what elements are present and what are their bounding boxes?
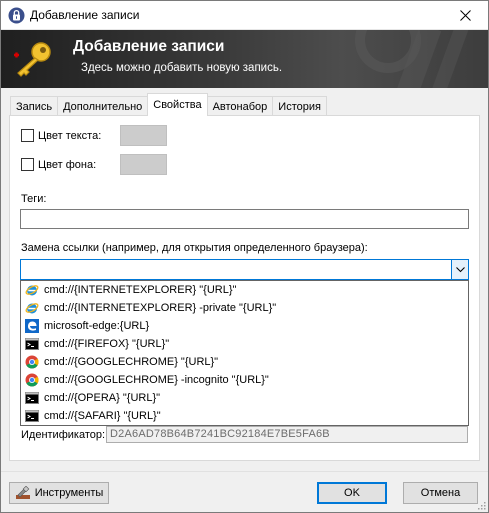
id-label: Идентификатор: [21,429,106,441]
console-icon [25,338,39,350]
text-color-check-box[interactable] [21,129,34,142]
header-banner: Добавление записи Здесь можно добавить н… [1,30,488,88]
dropdown-item-label: cmd://{INTERNETEXPLORER} "{URL}" [44,284,237,296]
title-bar: Добавление записи [1,1,488,30]
dropdown-item-label: cmd://{GOOGLECHROME} "{URL}" [44,356,219,368]
keepass-lock-icon [8,7,25,24]
window-title: Добавление записи [30,8,140,22]
url-override-combobox[interactable] [20,259,469,280]
banner-subtitle: Здесь можно добавить новую запись. [81,62,283,74]
tab-entry[interactable]: Запись [10,96,59,116]
tools-icon [15,486,30,499]
dropdown-item-label: cmd://{INTERNETEXPLORER} -private "{URL}… [44,302,277,314]
dropdown-item-label: cmd://{OPERA} "{URL}" [44,392,161,404]
dropdown-item-firefox[interactable]: cmd://{FIREFOX} "{URL}" [21,335,468,353]
tab-properties[interactable]: Свойства [147,93,208,116]
text-color-checkbox[interactable]: Цвет текста: [21,129,101,142]
console-icon [25,392,39,404]
banner-watermark-icon [355,30,469,88]
close-icon [459,10,471,21]
cancel-button[interactable]: Отмена [403,482,478,504]
bg-color-checkbox[interactable]: Цвет фона: [21,158,96,171]
dropdown-item-chrome[interactable]: cmd://{GOOGLECHROME} "{URL}" [21,353,468,371]
tags-input[interactable] [20,209,469,229]
bg-color-label: Цвет фона: [38,158,97,171]
bg-color-check-box[interactable] [21,158,34,171]
dropdown-item-edge[interactable]: microsoft-edge:{URL} [21,317,468,335]
dropdown-item-label: cmd://{GOOGLECHROME} -incognito "{URL}" [44,374,269,386]
dropdown-item-safari[interactable]: cmd://{SAFARI} "{URL}" [21,407,468,425]
tab-advanced[interactable]: Дополнительно [57,96,149,116]
tools-button-label: Инструменты [34,487,104,499]
tab-history[interactable]: История [272,96,327,116]
text-color-swatch-button[interactable] [120,125,167,146]
add-entry-dialog: Добавление записи Добавление записи Здес… [0,0,489,513]
chrome-icon [25,373,39,387]
dropdown-item-label: cmd://{SAFARI} "{URL}" [44,410,161,422]
url-override-dropdown-list: cmd://{INTERNETEXPLORER} "{URL}" cmd://{… [20,280,469,426]
dropdown-item-opera[interactable]: cmd://{OPERA} "{URL}" [21,389,468,407]
id-field[interactable]: D2A6AD78B64B7241BC92184E7BE5FA6B [106,426,468,443]
chevron-down-icon [455,266,465,272]
combo-dropdown-button[interactable] [451,260,468,279]
dropdown-item-ie-private[interactable]: cmd://{INTERNETEXPLORER} -private "{URL}… [21,299,468,317]
close-button[interactable] [442,1,488,30]
dropdown-item-ie[interactable]: cmd://{INTERNETEXPLORER} "{URL}" [21,281,468,299]
tags-label: Теги: [21,193,47,205]
url-override-label: Замена ссылки (например, для открытия оп… [21,242,368,254]
dropdown-item-chrome-incognito[interactable]: cmd://{GOOGLECHROME} -incognito "{URL}" [21,371,468,389]
tab-autotype[interactable]: Автонабор [206,96,274,116]
key-icon [14,42,51,77]
tab-strip: Запись Дополнительно Свойства Автонабор … [10,93,327,116]
edge-icon [25,319,39,333]
chrome-icon [25,355,39,369]
console-icon [25,410,39,422]
footer-separator [1,471,488,472]
banner-title: Добавление записи [73,38,225,55]
text-color-label: Цвет текста: [38,129,102,142]
bg-color-swatch-button[interactable] [120,154,167,175]
dropdown-item-label: microsoft-edge:{URL} [44,320,150,332]
internet-explorer-icon [25,303,39,314]
ok-button[interactable]: OK [317,482,387,504]
dropdown-item-label: cmd://{FIREFOX} "{URL}" [44,338,170,350]
resize-grip-icon[interactable] [476,500,486,510]
tools-button[interactable]: Инструменты [9,482,109,504]
internet-explorer-icon [25,285,39,296]
